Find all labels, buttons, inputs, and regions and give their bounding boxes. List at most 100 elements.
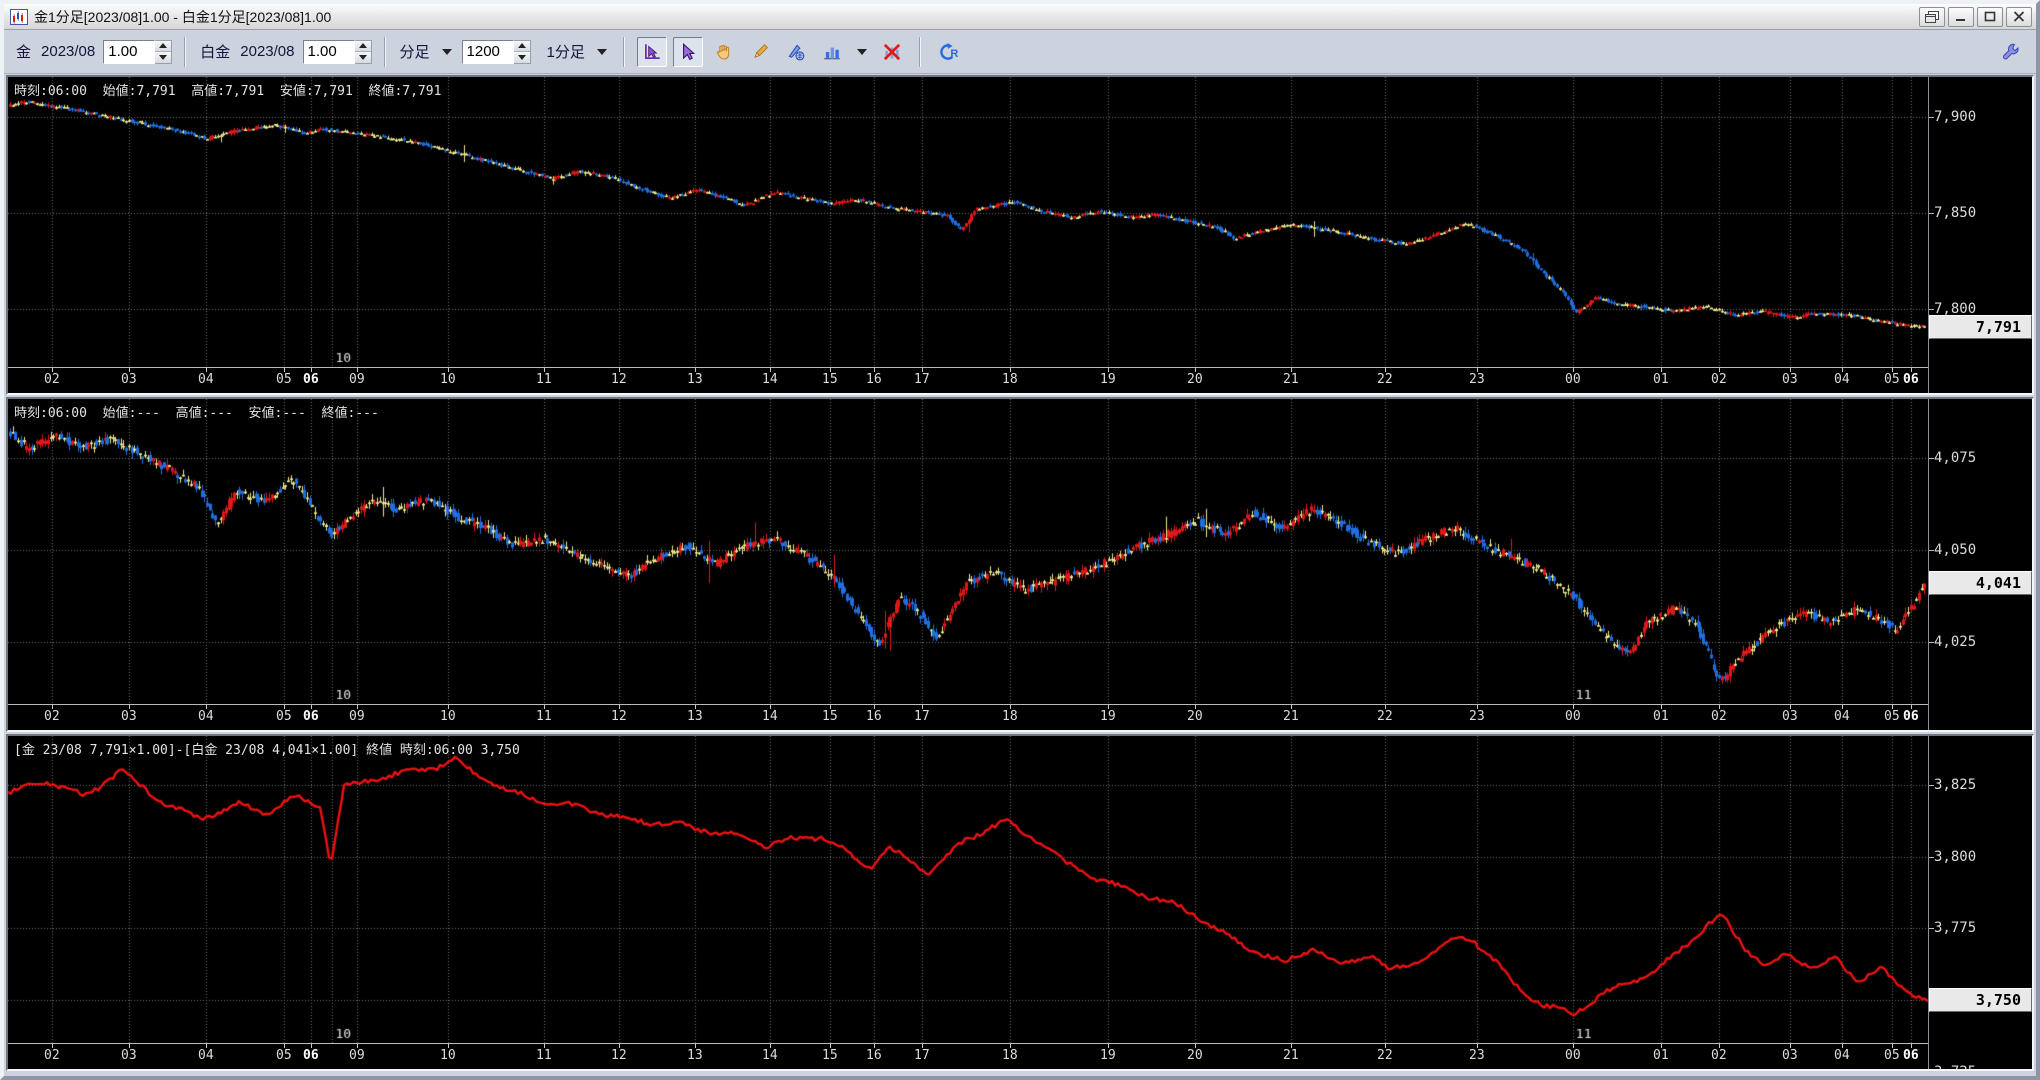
toolbar-separator [384,37,386,67]
x-axis-label: 15 [822,709,838,724]
x-axis-label: 05 [1884,709,1900,724]
minimize-button[interactable] [1948,7,1974,27]
bars-count-up-button[interactable] [514,41,530,52]
platinum-multiplier-down-button[interactable] [355,51,371,63]
draw-pen-icon [786,42,806,62]
reload-cr-tool[interactable]: R [933,37,963,67]
draw-pen-tool[interactable] [781,37,811,67]
settings-wrench-tool[interactable] [1996,37,2026,67]
x-axis-label: 04 [198,709,214,724]
app-icon [10,9,28,25]
x-axis-label: 17 [914,709,930,724]
x-axis-label: 23 [1469,1048,1485,1063]
maximize-button[interactable] [1977,7,2003,27]
platinum-multiplier-up-button[interactable] [355,41,371,52]
x-axis-label: 02 [44,709,60,724]
y-axis-label: 3,800 [1934,849,1976,865]
x-axis-label: 21 [1283,1048,1299,1063]
bars-label[interactable]: 分足 [398,41,432,62]
x-axis-label: 19 [1100,1048,1116,1063]
chart-cursor-tool[interactable] [637,37,667,67]
x-axis-label: 02 [44,1048,60,1063]
gold-label: 金 [14,41,33,62]
bar-chart-tool[interactable] [817,37,847,67]
close-button[interactable] [2006,7,2032,27]
x-axis-label: 01 [1653,372,1669,387]
x-axis-label: 16 [866,1048,882,1063]
x-axis-label: 18 [1002,709,1018,724]
x-axis-label: 06 [1903,1048,1919,1063]
x-axis-label: 03 [1782,1048,1798,1063]
x-axis-label: 06 [303,709,319,724]
x-axis-label: 05 [276,1048,292,1063]
x-axis-label: 03 [1782,709,1798,724]
platinum-month-label[interactable]: 2023/08 [238,43,296,60]
x-axis-label: 04 [1834,1048,1850,1063]
platinum-multiplier-input[interactable] [303,40,355,64]
gold-chart-panel: 時刻:06:00 始値:7,791 高値:7,791 安値:7,791 終値:7… [6,75,2034,395]
select-arrow-icon [678,42,698,62]
x-axis-label: 06 [303,372,319,387]
toolbar: 金 2023/08 白金 2023/08 分足 [4,30,2036,74]
x-axis-label: 01 [1653,709,1669,724]
x-axis-label: 14 [762,1048,778,1063]
x-axis-label: 10 [440,372,456,387]
gold-multiplier-up-button[interactable] [155,41,171,52]
toolbar-separator [919,37,921,67]
bars-count-spinner [462,40,531,64]
x-axis-label: 17 [914,1048,930,1063]
bars-count-input[interactable] [462,40,514,64]
interval-dropdown-icon[interactable] [597,49,607,55]
spread-formula-readout: [金 23/08 7,791×1.00]-[白金 23/08 4,041×1.0… [14,739,520,758]
bars-dropdown-icon[interactable] [442,49,452,55]
platinum-label: 白金 [198,41,232,62]
x-axis-label: 21 [1283,709,1299,724]
x-axis-label: 04 [1834,709,1850,724]
gold-month-label[interactable]: 2023/08 [39,43,97,60]
title-bar: 金1分足[2023/08]1.00 - 白金1分足[2023/08]1.00 [4,4,2036,30]
x-axis-label: 20 [1187,709,1203,724]
platinum-multiplier-spinner [303,40,372,64]
x-axis-label: 06 [1903,372,1919,387]
gold-candlestick-canvas[interactable] [8,77,1928,367]
x-axis-label: 01 [1653,1048,1669,1063]
x-axis-label: 12 [611,372,627,387]
svg-text:R: R [950,47,958,59]
y-axis-label: 4,050 [1934,542,1976,558]
spread-time-axis: 0203040506091011121314151617181920212223… [8,1043,1928,1069]
x-axis-label: 13 [687,1048,703,1063]
x-axis-label: 06 [303,1048,319,1063]
x-axis-label: 05 [276,372,292,387]
spread-line-canvas[interactable] [8,736,1928,1043]
platinum-plot-area: 時刻:06:00 始値:--- 高値:--- 安値:--- 終値:--- [8,399,1928,704]
gold-time-axis: 0203040506091011121314151617181920212223… [8,367,1928,393]
bar-chart-icon [822,42,842,62]
spin-up-icon [359,43,367,48]
platinum-candlestick-canvas[interactable] [8,399,1928,704]
pan-hand-tool[interactable] [709,37,739,67]
x-axis-label: 14 [762,709,778,724]
platinum-price-axis: 4,0754,0504,0254,041 [1928,399,2032,730]
y-axis-label: 4,025 [1934,634,1976,650]
x-axis-label: 11 [536,1048,552,1063]
y-axis-label: 4,075 [1934,450,1976,466]
gold-multiplier-input[interactable] [103,40,155,64]
y-axis-label: 7,900 [1934,109,1976,125]
bars-count-down-button[interactable] [514,51,530,63]
x-axis-label: 09 [349,709,365,724]
y-axis-label: 7,850 [1934,205,1976,221]
gold-multiplier-down-button[interactable] [155,51,171,63]
select-arrow-tool[interactable] [673,37,703,67]
reload-cr-icon: R [937,42,959,62]
bar-chart-dropdown-icon[interactable] [857,49,867,55]
spread-chart-panel: [金 23/08 7,791×1.00]-[白金 23/08 4,041×1.0… [6,734,2034,1071]
clear-chart-tool[interactable] [877,37,907,67]
draw-pencil-tool[interactable] [745,37,775,67]
platinum-time-axis: 0203040506091011121314151617181920212223… [8,704,1928,730]
x-axis-label: 02 [1711,709,1727,724]
float-window-button[interactable] [1919,7,1945,27]
x-axis-label: 03 [121,709,137,724]
interval-label[interactable]: 1分足 [545,41,587,62]
x-axis-label: 16 [866,709,882,724]
x-axis-label: 17 [914,372,930,387]
